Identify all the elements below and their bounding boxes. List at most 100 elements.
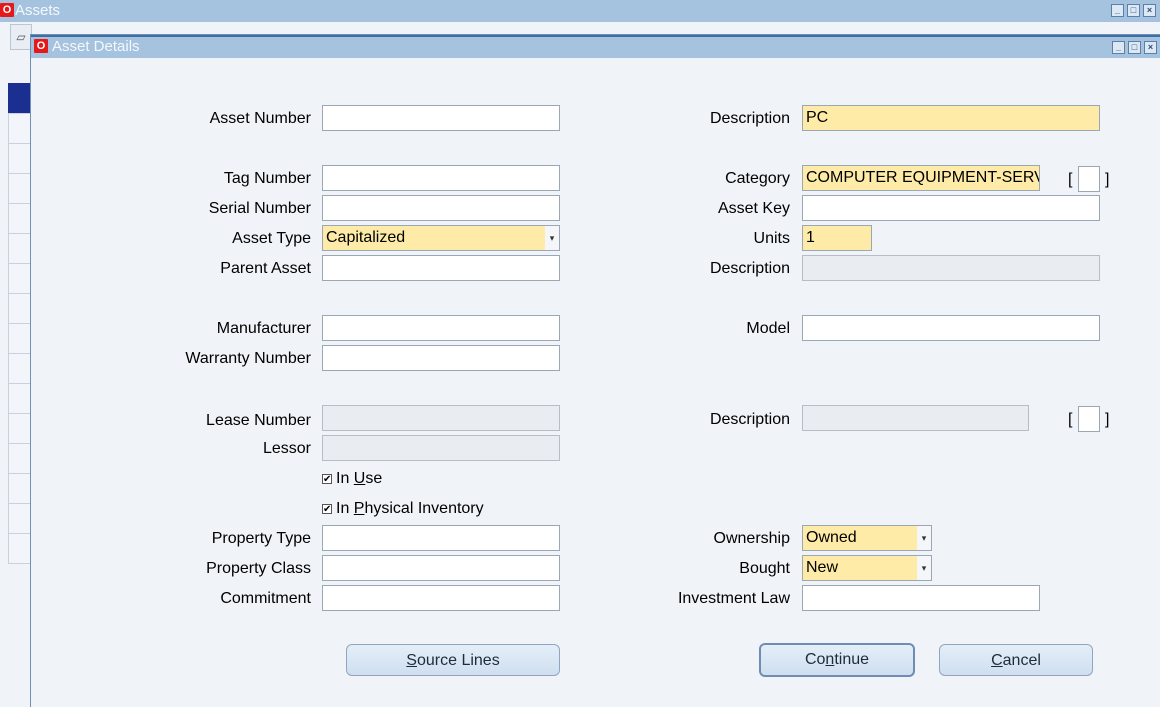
tag-number-label: Tag Number bbox=[223, 170, 311, 187]
left-navigation-strip bbox=[8, 83, 31, 564]
lessor-label: Lessor bbox=[262, 440, 311, 457]
manufacturer-field[interactable] bbox=[322, 315, 560, 341]
inner-window-title: Asset Details bbox=[52, 38, 140, 55]
category-field[interactable]: COMPUTER EQUIPMENT-SERV bbox=[802, 165, 1040, 191]
tag-number-field[interactable] bbox=[322, 165, 560, 191]
strip-cell-active[interactable] bbox=[8, 83, 31, 113]
continue-pre: Co bbox=[804, 651, 826, 668]
property-class-label: Property Class bbox=[206, 560, 311, 577]
close-icon[interactable]: × bbox=[1143, 4, 1156, 17]
ownership-select[interactable]: Owned ▾ bbox=[802, 525, 932, 551]
cancel-button[interactable]: Cancel bbox=[939, 644, 1093, 676]
asset-details-window: O Asset Details _ □ × Asset Number Descr… bbox=[30, 34, 1160, 707]
asset-number-field[interactable] bbox=[322, 105, 560, 131]
in-physical-inventory-checkbox[interactable]: ✔ bbox=[322, 504, 332, 515]
in-physical-inventory-label[interactable]: In Physical Inventory bbox=[336, 499, 484, 519]
strip-cell[interactable] bbox=[8, 413, 31, 443]
maximize-icon[interactable]: □ bbox=[1127, 4, 1140, 17]
lease-description-field bbox=[802, 405, 1029, 431]
parent-description-field bbox=[802, 255, 1100, 281]
continue-accel: n bbox=[825, 651, 835, 668]
model-label: Model bbox=[746, 320, 790, 337]
property-type-field[interactable] bbox=[322, 525, 560, 551]
lessor-field bbox=[322, 435, 560, 461]
chevron-down-icon[interactable]: ▾ bbox=[917, 526, 931, 550]
strip-cell[interactable] bbox=[8, 173, 31, 203]
strip-cell[interactable] bbox=[8, 383, 31, 413]
strip-cell[interactable] bbox=[8, 203, 31, 233]
serial-number-field[interactable] bbox=[322, 195, 560, 221]
strip-cell[interactable] bbox=[8, 533, 31, 564]
bought-select[interactable]: New ▾ bbox=[802, 555, 932, 581]
strip-cell[interactable] bbox=[8, 473, 31, 503]
bought-value: New bbox=[806, 559, 839, 576]
in-physical-inventory-label-post: hysical Inventory bbox=[364, 500, 484, 517]
lease-flex-bracket-close: ] bbox=[1105, 411, 1110, 428]
lease-flex-bracket-open: [ bbox=[1068, 411, 1073, 428]
in-use-label-pre: In bbox=[336, 470, 354, 487]
strip-cell[interactable] bbox=[8, 233, 31, 263]
in-use-label[interactable]: In Use bbox=[336, 469, 382, 489]
minimize-icon[interactable]: _ bbox=[1111, 4, 1124, 17]
asset-type-select[interactable]: Capitalized ▾ bbox=[322, 225, 560, 251]
model-field[interactable] bbox=[802, 315, 1100, 341]
folder-open-icon[interactable]: ▱ bbox=[10, 24, 32, 50]
description-field[interactable]: PC bbox=[802, 105, 1100, 131]
oracle-logo-icon: O bbox=[34, 39, 48, 53]
units-field[interactable]: 1 bbox=[802, 225, 872, 251]
close-icon[interactable]: × bbox=[1144, 41, 1157, 54]
commitment-field[interactable] bbox=[322, 585, 560, 611]
asset-number-label: Asset Number bbox=[209, 110, 311, 127]
source-lines-rest: ource Lines bbox=[416, 652, 500, 669]
lease-flexfield-button[interactable] bbox=[1078, 406, 1100, 432]
inner-window-titlebar: O Asset Details _ □ × bbox=[31, 35, 1160, 58]
investment-law-label: Investment Law bbox=[677, 590, 790, 607]
strip-cell[interactable] bbox=[8, 503, 31, 533]
category-flex-bracket-open: [ bbox=[1068, 171, 1073, 188]
commitment-label: Commitment bbox=[220, 590, 311, 607]
serial-number-label: Serial Number bbox=[208, 200, 311, 217]
strip-cell[interactable] bbox=[8, 143, 31, 173]
in-physical-inventory-label-pre: In bbox=[336, 500, 354, 517]
parent-asset-field[interactable] bbox=[322, 255, 560, 281]
units-label: Units bbox=[753, 230, 790, 247]
source-lines-accel: S bbox=[406, 652, 417, 669]
continue-post: tinue bbox=[834, 651, 870, 668]
property-type-label: Property Type bbox=[211, 530, 311, 547]
cancel-accel: C bbox=[991, 652, 1003, 669]
maximize-icon[interactable]: □ bbox=[1128, 41, 1141, 54]
parent-asset-label: Parent Asset bbox=[220, 260, 311, 277]
description-label: Description bbox=[709, 110, 790, 127]
lease-number-label: Lease Number bbox=[206, 412, 311, 429]
continue-button[interactable]: Continue bbox=[759, 643, 915, 677]
in-use-label-post: se bbox=[365, 470, 383, 487]
lease-number-field bbox=[322, 405, 560, 431]
source-lines-button[interactable]: Source Lines bbox=[346, 644, 560, 676]
strip-cell[interactable] bbox=[8, 263, 31, 293]
cancel-rest: ancel bbox=[1002, 652, 1041, 669]
strip-cell[interactable] bbox=[8, 353, 31, 383]
bought-label: Bought bbox=[739, 560, 790, 577]
warranty-number-field[interactable] bbox=[322, 345, 560, 371]
minimize-icon[interactable]: _ bbox=[1112, 41, 1125, 54]
ownership-label: Ownership bbox=[713, 530, 790, 547]
outer-window-title: Assets bbox=[15, 2, 61, 19]
strip-cell[interactable] bbox=[8, 113, 31, 143]
asset-key-field[interactable] bbox=[802, 195, 1100, 221]
outer-window-titlebar: O Assets _ □ × bbox=[0, 0, 1160, 22]
manufacturer-label: Manufacturer bbox=[216, 320, 311, 337]
chevron-down-icon[interactable]: ▾ bbox=[917, 556, 931, 580]
asset-type-label: Asset Type bbox=[232, 230, 311, 247]
warranty-number-label: Warranty Number bbox=[185, 350, 311, 367]
category-flex-bracket-close: ] bbox=[1105, 171, 1110, 188]
strip-cell[interactable] bbox=[8, 293, 31, 323]
property-class-field[interactable] bbox=[322, 555, 560, 581]
in-use-checkbox[interactable]: ✔ bbox=[322, 474, 332, 485]
strip-cell[interactable] bbox=[8, 443, 31, 473]
asset-type-value: Capitalized bbox=[326, 229, 406, 246]
investment-law-field[interactable] bbox=[802, 585, 1040, 611]
category-flexfield-button[interactable] bbox=[1078, 166, 1100, 192]
lease-description-label: Description bbox=[709, 411, 790, 428]
strip-cell[interactable] bbox=[8, 323, 31, 353]
ownership-value: Owned bbox=[806, 529, 857, 546]
